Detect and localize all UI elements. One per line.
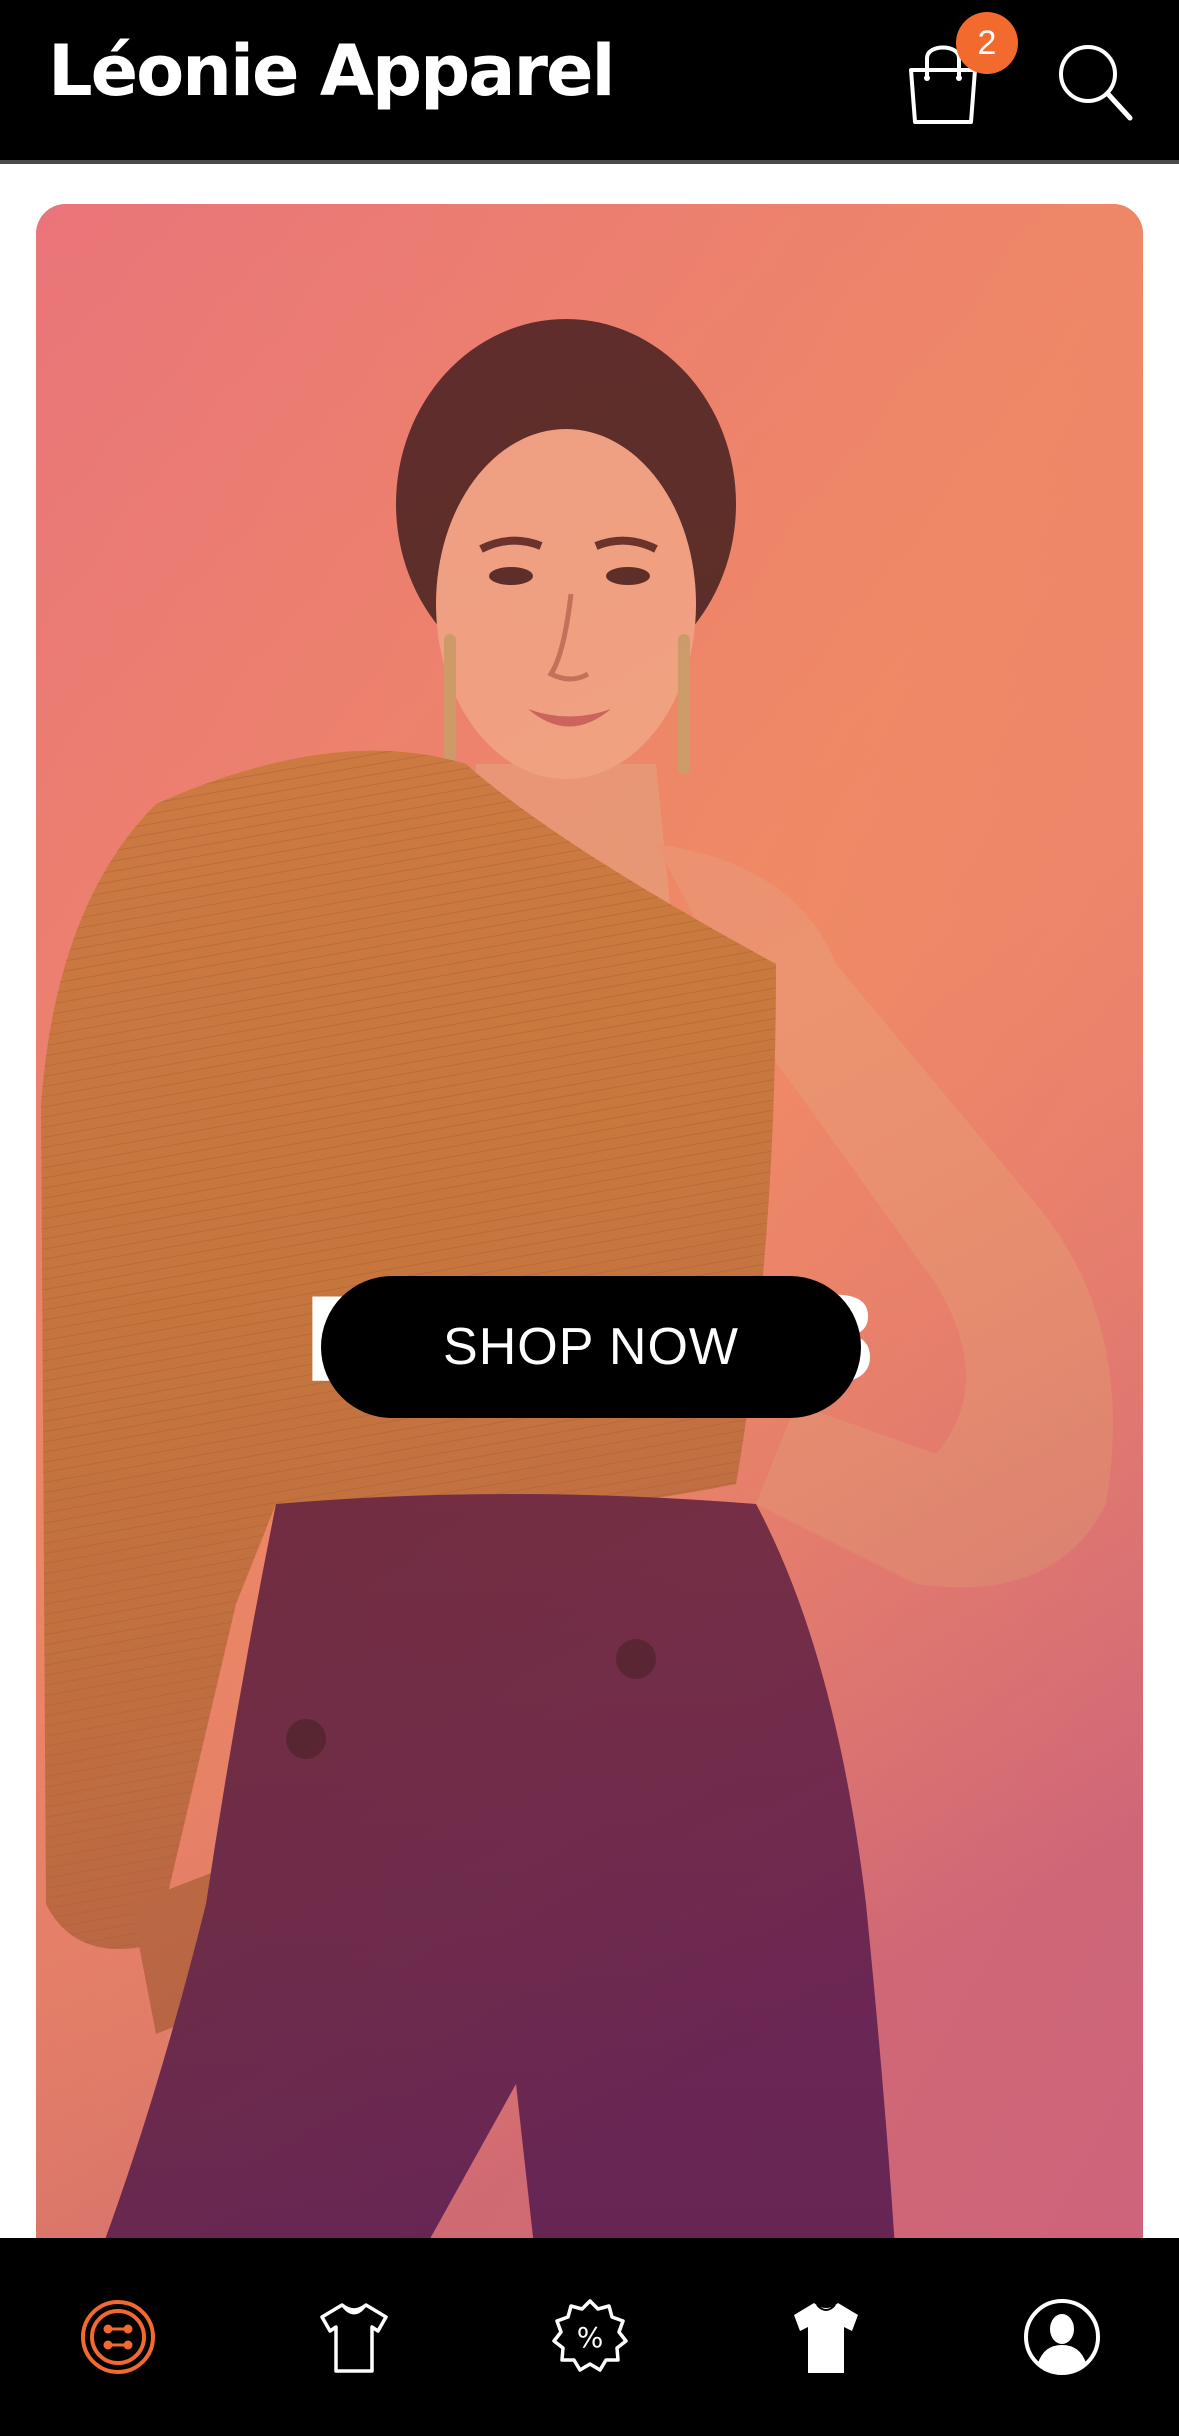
nav-item-deals[interactable]: % bbox=[472, 2238, 708, 2436]
nav-item-shirts[interactable] bbox=[236, 2238, 472, 2436]
hero-banner[interactable]: Fall 2023 SHOP NOW bbox=[36, 204, 1143, 2264]
hero-model-image bbox=[36, 204, 1143, 2264]
tshirt-outline-icon bbox=[320, 2303, 388, 2373]
brand-logo[interactable]: Léonie Apparel bbox=[48, 36, 615, 106]
nav-item-collection[interactable] bbox=[708, 2238, 944, 2436]
discount-badge-icon: % bbox=[552, 2299, 628, 2372]
user-profile-icon bbox=[1024, 2299, 1100, 2375]
top-header: Léonie Apparel 2 bbox=[0, 0, 1179, 164]
tshirt-filled-icon bbox=[794, 2303, 858, 2373]
bottom-nav: % bbox=[0, 2238, 1179, 2436]
search-icon bbox=[1059, 45, 1133, 121]
cart-count-badge: 2 bbox=[956, 12, 1018, 74]
nav-item-profile[interactable] bbox=[944, 2238, 1179, 2436]
search-button[interactable] bbox=[1056, 42, 1134, 122]
svg-text:%: % bbox=[577, 2321, 604, 2354]
nav-item-home[interactable] bbox=[0, 2238, 236, 2436]
shop-now-button[interactable]: SHOP NOW bbox=[321, 1276, 861, 1418]
app-root: Léonie Apparel 2 SHOP NOW % bbox=[0, 0, 1179, 2436]
button-icon bbox=[81, 2300, 155, 2374]
